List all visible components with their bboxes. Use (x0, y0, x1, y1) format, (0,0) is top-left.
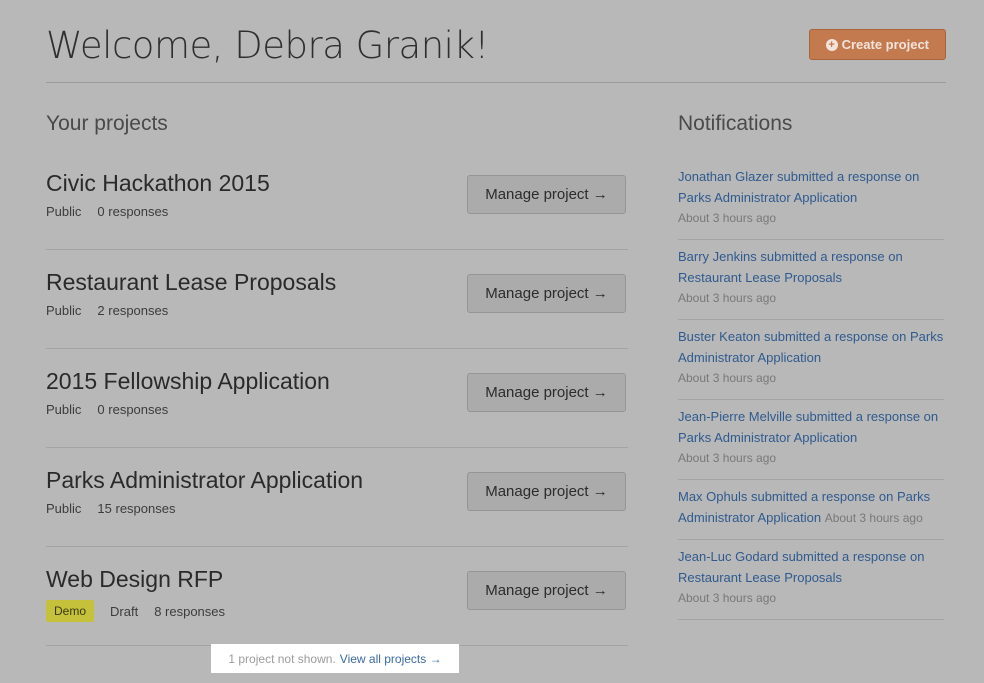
notification-link[interactable]: Buster Keaton submitted a response on Pa… (678, 329, 943, 365)
notification-link[interactable]: Barry Jenkins submitted a response on Re… (678, 249, 903, 285)
project-visibility: Public (46, 402, 82, 417)
hidden-projects-note: 1 project not shown. View all projects → (211, 644, 459, 673)
hidden-projects-text: 1 project not shown. (228, 651, 336, 666)
notification-time: About 3 hours ago (678, 451, 777, 465)
notification-item: Jonathan Glazer submitted a response on … (678, 160, 944, 240)
project-visibility: Public (46, 303, 82, 318)
notification-item: Jean-Luc Godard submitted a response on … (678, 540, 944, 620)
plus-circle-icon: + (825, 38, 838, 51)
project-responses: 0 responses (97, 402, 169, 417)
project-row: Civic Hackathon 2015 Public 0 responses … (46, 152, 628, 250)
project-row: 2015 Fellowship Application Public 0 res… (46, 350, 628, 448)
project-responses: 15 responses (97, 501, 176, 516)
notification-item: Buster Keaton submitted a response on Pa… (678, 320, 944, 400)
project-responses: 0 responses (97, 204, 169, 219)
notification-time: About 3 hours ago (678, 371, 777, 385)
notification-time: About 3 hours ago (678, 211, 777, 225)
project-visibility: Public (46, 204, 82, 219)
projects-heading: Your projects (46, 112, 168, 135)
project-meta: Public 2 responses (46, 303, 168, 318)
project-row: Restaurant Lease Proposals Public 2 resp… (46, 251, 628, 349)
notifications-heading: Notifications (678, 112, 793, 135)
project-row: Parks Administrator Application Public 1… (46, 449, 628, 547)
project-responses: 2 responses (97, 303, 169, 318)
project-name[interactable]: Restaurant Lease Proposals (46, 269, 336, 296)
notification-time: About 3 hours ago (824, 511, 923, 525)
manage-project-button[interactable]: Manage project → (467, 175, 626, 214)
notification-item: Max Ophuls submitted a response on Parks… (678, 480, 944, 540)
manage-project-button[interactable]: Manage project → (467, 571, 626, 610)
project-name[interactable]: Parks Administrator Application (46, 467, 363, 494)
manage-project-button[interactable]: Manage project → (467, 274, 626, 313)
project-visibility: Draft (110, 603, 139, 619)
page-title: Welcome, Debra Granik! (46, 24, 489, 67)
project-meta: Public 15 responses (46, 501, 175, 516)
notification-link[interactable]: Jonathan Glazer submitted a response on … (678, 169, 919, 205)
page-header: Welcome, Debra Granik! + Create project (46, 22, 946, 83)
project-meta: Demo Draft 8 responses (46, 600, 225, 622)
notification-link[interactable]: Jean-Luc Godard submitted a response on … (678, 549, 924, 585)
manage-project-button[interactable]: Manage project → (467, 373, 626, 412)
project-meta: Public 0 responses (46, 402, 168, 417)
manage-project-button[interactable]: Manage project → (467, 472, 626, 511)
project-name[interactable]: Web Design RFP (46, 566, 223, 593)
notification-item: Barry Jenkins submitted a response on Re… (678, 240, 944, 320)
notification-item: Jean-Pierre Melville submitted a respons… (678, 400, 944, 480)
project-name[interactable]: Civic Hackathon 2015 (46, 170, 270, 197)
project-name[interactable]: 2015 Fellowship Application (46, 368, 330, 395)
notification-list: Jonathan Glazer submitted a response on … (678, 160, 944, 620)
project-visibility: Public (46, 501, 82, 516)
create-project-button[interactable]: + Create project (808, 29, 946, 60)
notification-time: About 3 hours ago (678, 291, 777, 305)
project-row: Web Design RFP Demo Draft 8 responses Ma… (46, 548, 628, 646)
demo-badge: Demo (46, 600, 95, 622)
project-list: Civic Hackathon 2015 Public 0 responses … (46, 152, 628, 647)
notification-time: About 3 hours ago (678, 591, 777, 605)
create-project-label: Create project (841, 37, 929, 52)
project-meta: Public 0 responses (46, 204, 168, 219)
notification-link[interactable]: Jean-Pierre Melville submitted a respons… (678, 409, 938, 445)
project-responses: 8 responses (154, 603, 226, 619)
view-all-projects-link[interactable]: View all projects → (340, 652, 442, 666)
